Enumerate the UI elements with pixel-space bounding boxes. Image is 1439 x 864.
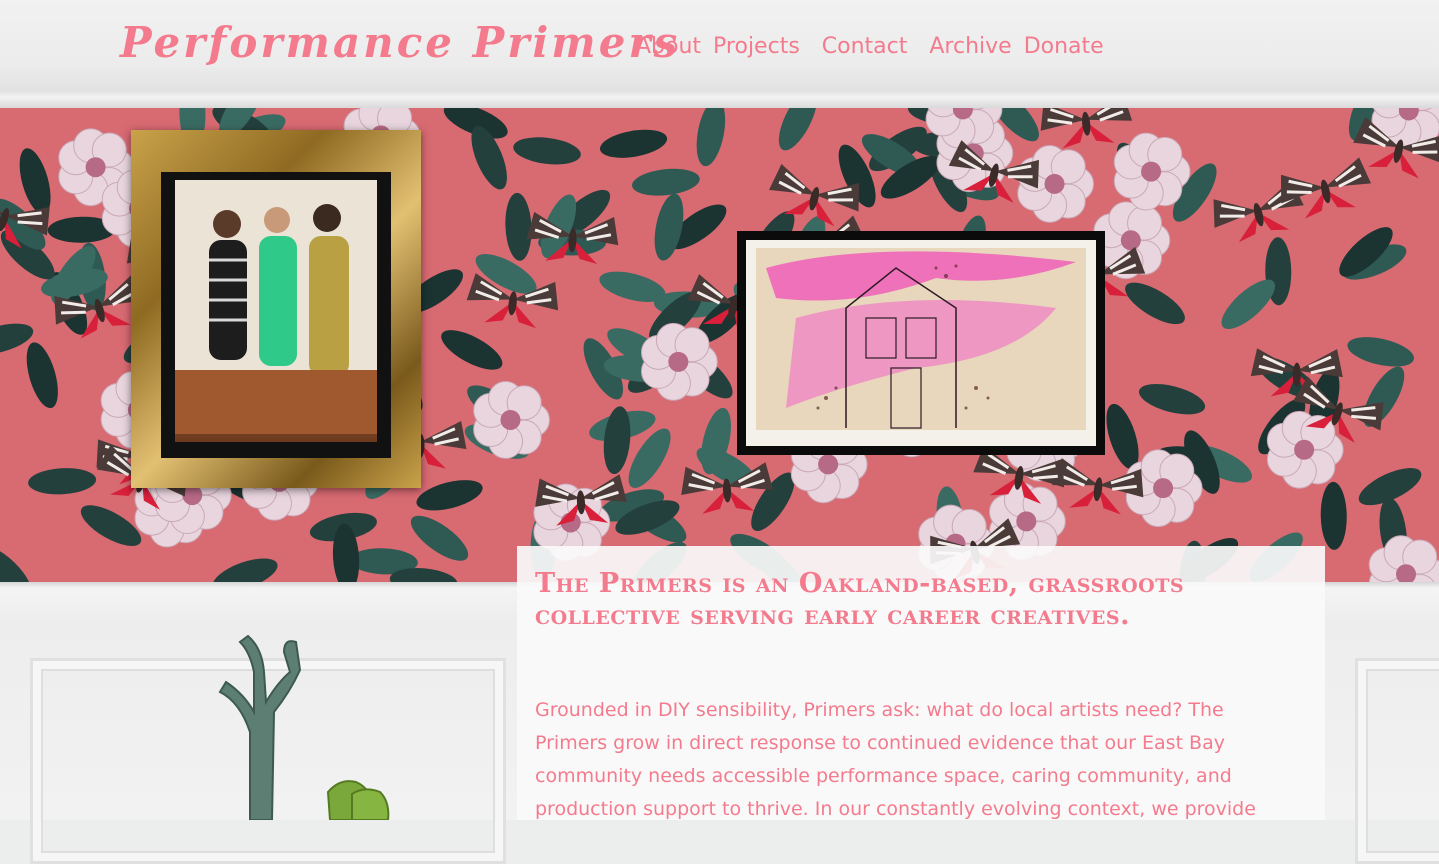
nav-projects[interactable]: Projects — [713, 34, 800, 59]
site-logo[interactable]: Performance Primers — [120, 18, 680, 67]
main-nav: About Projects Contact Archive Donate — [636, 34, 1126, 59]
gold-photo-frame — [131, 130, 421, 488]
nav-about[interactable]: About — [636, 34, 701, 59]
intro-card: The Primers is an Oakland-based, grassro… — [517, 546, 1325, 820]
black-art-frame — [737, 231, 1105, 455]
intro-body: Grounded in DIY sensibility, Primers ask… — [535, 699, 1256, 820]
cactus-plant — [218, 634, 390, 820]
intro-heading: The Primers is an Oakland-based, grassro… — [535, 568, 1185, 631]
nav-contact[interactable]: Contact — [822, 34, 908, 59]
group-photo — [175, 180, 377, 442]
house-sketch-image — [756, 248, 1086, 430]
wall-panel — [1355, 658, 1439, 864]
three-people-image — [175, 180, 377, 434]
frame-mat — [746, 240, 1096, 446]
frame-inner — [161, 172, 391, 458]
nav-donate[interactable]: Donate — [1024, 34, 1104, 59]
nav-archive[interactable]: Archive — [929, 34, 1011, 59]
site-header: Performance Primers About Projects Conta… — [0, 0, 1439, 108]
pink-house-drawing — [756, 248, 1086, 430]
